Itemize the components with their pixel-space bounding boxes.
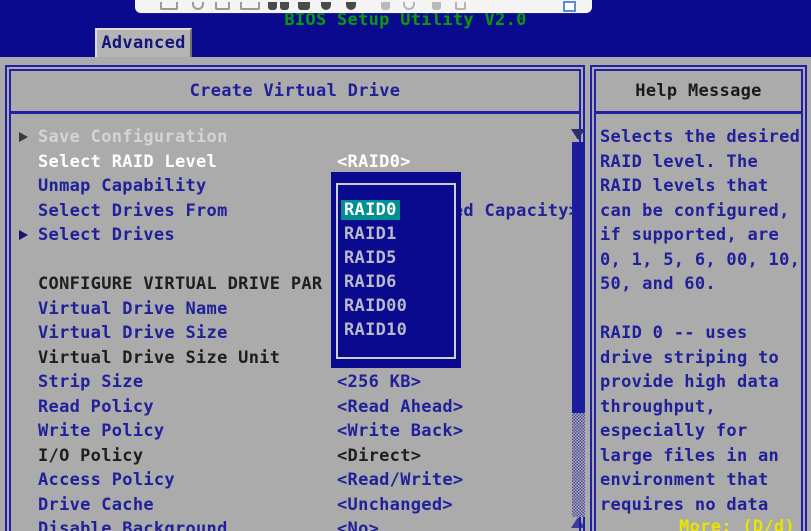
scroll-up-indicator-icon[interactable] bbox=[571, 517, 585, 528]
menu-item-label: Virtual Drive Name bbox=[38, 297, 228, 322]
menu-item-label: CONFIGURE VIRTUAL DRIVE PAR bbox=[38, 272, 322, 297]
menu-item-value: <Unchanged> bbox=[337, 493, 453, 518]
menu-item-value: <Read Ahead> bbox=[337, 395, 463, 420]
menu-item-save-configuration[interactable]: Save Configuration bbox=[11, 125, 579, 150]
menu-item-label: Unmap Capability bbox=[38, 174, 207, 199]
toolbar-checkbox-icon bbox=[563, 1, 576, 12]
menu-item-label: Access Policy bbox=[38, 468, 175, 493]
menu-item-read-policy[interactable]: Read Policy <Read Ahead> bbox=[11, 395, 579, 420]
menu-item-label: Disable Background bbox=[38, 517, 228, 531]
help-line: especially for bbox=[600, 419, 805, 444]
submenu-arrow-icon bbox=[19, 230, 28, 240]
toolbar-icon bbox=[192, 2, 204, 10]
help-line: 0, 1, 5, 6, 00, 10, bbox=[600, 248, 805, 273]
help-line: large files in an bbox=[600, 444, 805, 469]
bios-setup-screen: BIOS Setup Utility V2.0 Advanced Create … bbox=[0, 0, 811, 531]
raid-option-raid00[interactable]: RAID00 bbox=[344, 294, 459, 318]
menu-item-strip-size[interactable]: Strip Size <256 KB> bbox=[11, 370, 579, 395]
scroll-down-indicator-icon[interactable] bbox=[571, 129, 585, 140]
help-line: RAID levels that bbox=[600, 174, 805, 199]
toolbar-icon bbox=[280, 2, 289, 10]
help-text: Selects the desiredRAID level. TheRAID l… bbox=[600, 125, 805, 517]
toolbar-icon bbox=[381, 2, 390, 10]
toolbar-icon bbox=[268, 2, 277, 10]
help-line: Selects the desired bbox=[600, 125, 805, 150]
raid-option-raid6[interactable]: RAID6 bbox=[344, 270, 459, 294]
menu-item-select-raid-level[interactable]: Select RAID Level <RAID0> bbox=[11, 150, 579, 175]
menu-item-value: <RAID0> bbox=[337, 150, 411, 175]
bios-title: BIOS Setup Utility V2.0 bbox=[0, 10, 811, 30]
menu-item-drive-cache[interactable]: Drive Cache <Unchanged> bbox=[11, 493, 579, 518]
menu-item-virtual-drive-name[interactable]: Virtual Drive Name bbox=[11, 297, 579, 322]
help-line: throughput, bbox=[600, 395, 805, 420]
menu-item-value: <Read/Write> bbox=[337, 468, 463, 493]
menu-item-access-policy[interactable]: Access Policy <Read/Write> bbox=[11, 468, 579, 493]
help-line: requires no data bbox=[600, 493, 805, 518]
help-line: environment that bbox=[600, 468, 805, 493]
menu-item-virtual-drive-size-unit[interactable]: Virtual Drive Size Unit bbox=[11, 346, 579, 371]
help-line: drive striping to bbox=[600, 346, 805, 371]
menu-item-label: Strip Size bbox=[38, 370, 143, 395]
menu-item-write-policy[interactable]: Write Policy <Write Back> bbox=[11, 419, 579, 444]
help-line: RAID 0 -- uses bbox=[600, 321, 805, 346]
menu-item-label: Save Configuration bbox=[38, 125, 228, 150]
help-line: 50, and 60. bbox=[600, 272, 805, 297]
tab-advanced[interactable]: Advanced bbox=[95, 28, 192, 57]
settings-list: Save ConfigurationSelect RAID Level <RAID… bbox=[11, 125, 579, 531]
raid-option-raid5[interactable]: RAID5 bbox=[344, 246, 459, 270]
toolbar-icon bbox=[298, 2, 310, 10]
menu-item-label: Virtual Drive Size bbox=[38, 321, 228, 346]
raid-option-raid0[interactable]: RAID0 bbox=[344, 198, 459, 222]
help-panel-title: Help Message bbox=[596, 71, 801, 114]
raid-option-raid10[interactable]: RAID10 bbox=[344, 318, 459, 342]
menu-item-unmap-capability[interactable]: Unmap Capability bbox=[11, 174, 579, 199]
menu-item-label: Virtual Drive Size Unit bbox=[38, 346, 280, 371]
menu-item-label: Select RAID Level bbox=[38, 150, 217, 175]
menu-item-select-drives[interactable]: Select Drives bbox=[11, 223, 579, 248]
toolbar-icon bbox=[432, 2, 441, 10]
browser-toolbar-fragment bbox=[135, 0, 592, 13]
more-indicator: More: (D/d) bbox=[679, 517, 795, 531]
toolbar-icon bbox=[455, 2, 466, 10]
menu-item-label: Write Policy bbox=[38, 419, 164, 444]
scrollbar-thumb[interactable] bbox=[572, 142, 585, 413]
toolbar-icon bbox=[346, 2, 356, 10]
menu-item-label: Drive Cache bbox=[38, 493, 154, 518]
help-line: RAID level. The bbox=[600, 150, 805, 175]
menu-item-select-drives-from[interactable]: Select Drives From<Unconfigured Capacity… bbox=[11, 199, 579, 224]
menu-item-disable-background[interactable]: Disable Background <No> bbox=[11, 517, 579, 531]
toolbar-icon bbox=[403, 2, 415, 10]
toolbar-icon bbox=[215, 2, 230, 10]
help-line: can be configured, bbox=[600, 199, 805, 224]
menu-item-spacer bbox=[11, 248, 579, 273]
raid-option-raid1[interactable]: RAID1 bbox=[344, 222, 459, 246]
help-line: if supported, are bbox=[600, 223, 805, 248]
menu-item-label: Select Drives From bbox=[38, 199, 228, 224]
help-line bbox=[600, 297, 805, 322]
menu-item-label: Read Policy bbox=[38, 395, 154, 420]
create-virtual-drive-panel: Create Virtual Drive Save ConfigurationS… bbox=[5, 65, 585, 531]
selected-option-highlight: RAID0 bbox=[341, 200, 400, 220]
help-panel: Help Message Selects the desiredRAID lev… bbox=[590, 65, 807, 531]
submenu-arrow-icon bbox=[19, 132, 28, 142]
raid-level-dropdown: RAID0RAID1RAID5RAID6RAID00RAID10 bbox=[331, 172, 461, 368]
menu-item-label: I/O Policy bbox=[38, 444, 143, 469]
toolbar-icon bbox=[160, 2, 178, 10]
menu-item-value: <Direct> bbox=[337, 444, 421, 469]
menu-item-i-o-policy[interactable]: I/O Policy <Direct> bbox=[11, 444, 579, 469]
toolbar-icon bbox=[240, 2, 260, 10]
menu-item-value: <256 KB> bbox=[337, 370, 421, 395]
page-title: Create Virtual Drive bbox=[11, 71, 579, 114]
menu-item-value: <No> bbox=[337, 517, 379, 531]
menu-item-label: Select Drives bbox=[38, 223, 175, 248]
menu-item-value: <Write Back> bbox=[337, 419, 463, 444]
menu-item-virtual-drive-size[interactable]: Virtual Drive Size bbox=[11, 321, 579, 346]
scrollbar-track[interactable] bbox=[572, 413, 585, 517]
menu-item-configure-virtual-drive-par[interactable]: CONFIGURE VIRTUAL DRIVE PAR bbox=[11, 272, 579, 297]
help-line: provide high data bbox=[600, 370, 805, 395]
toolbar-icon bbox=[321, 2, 331, 10]
